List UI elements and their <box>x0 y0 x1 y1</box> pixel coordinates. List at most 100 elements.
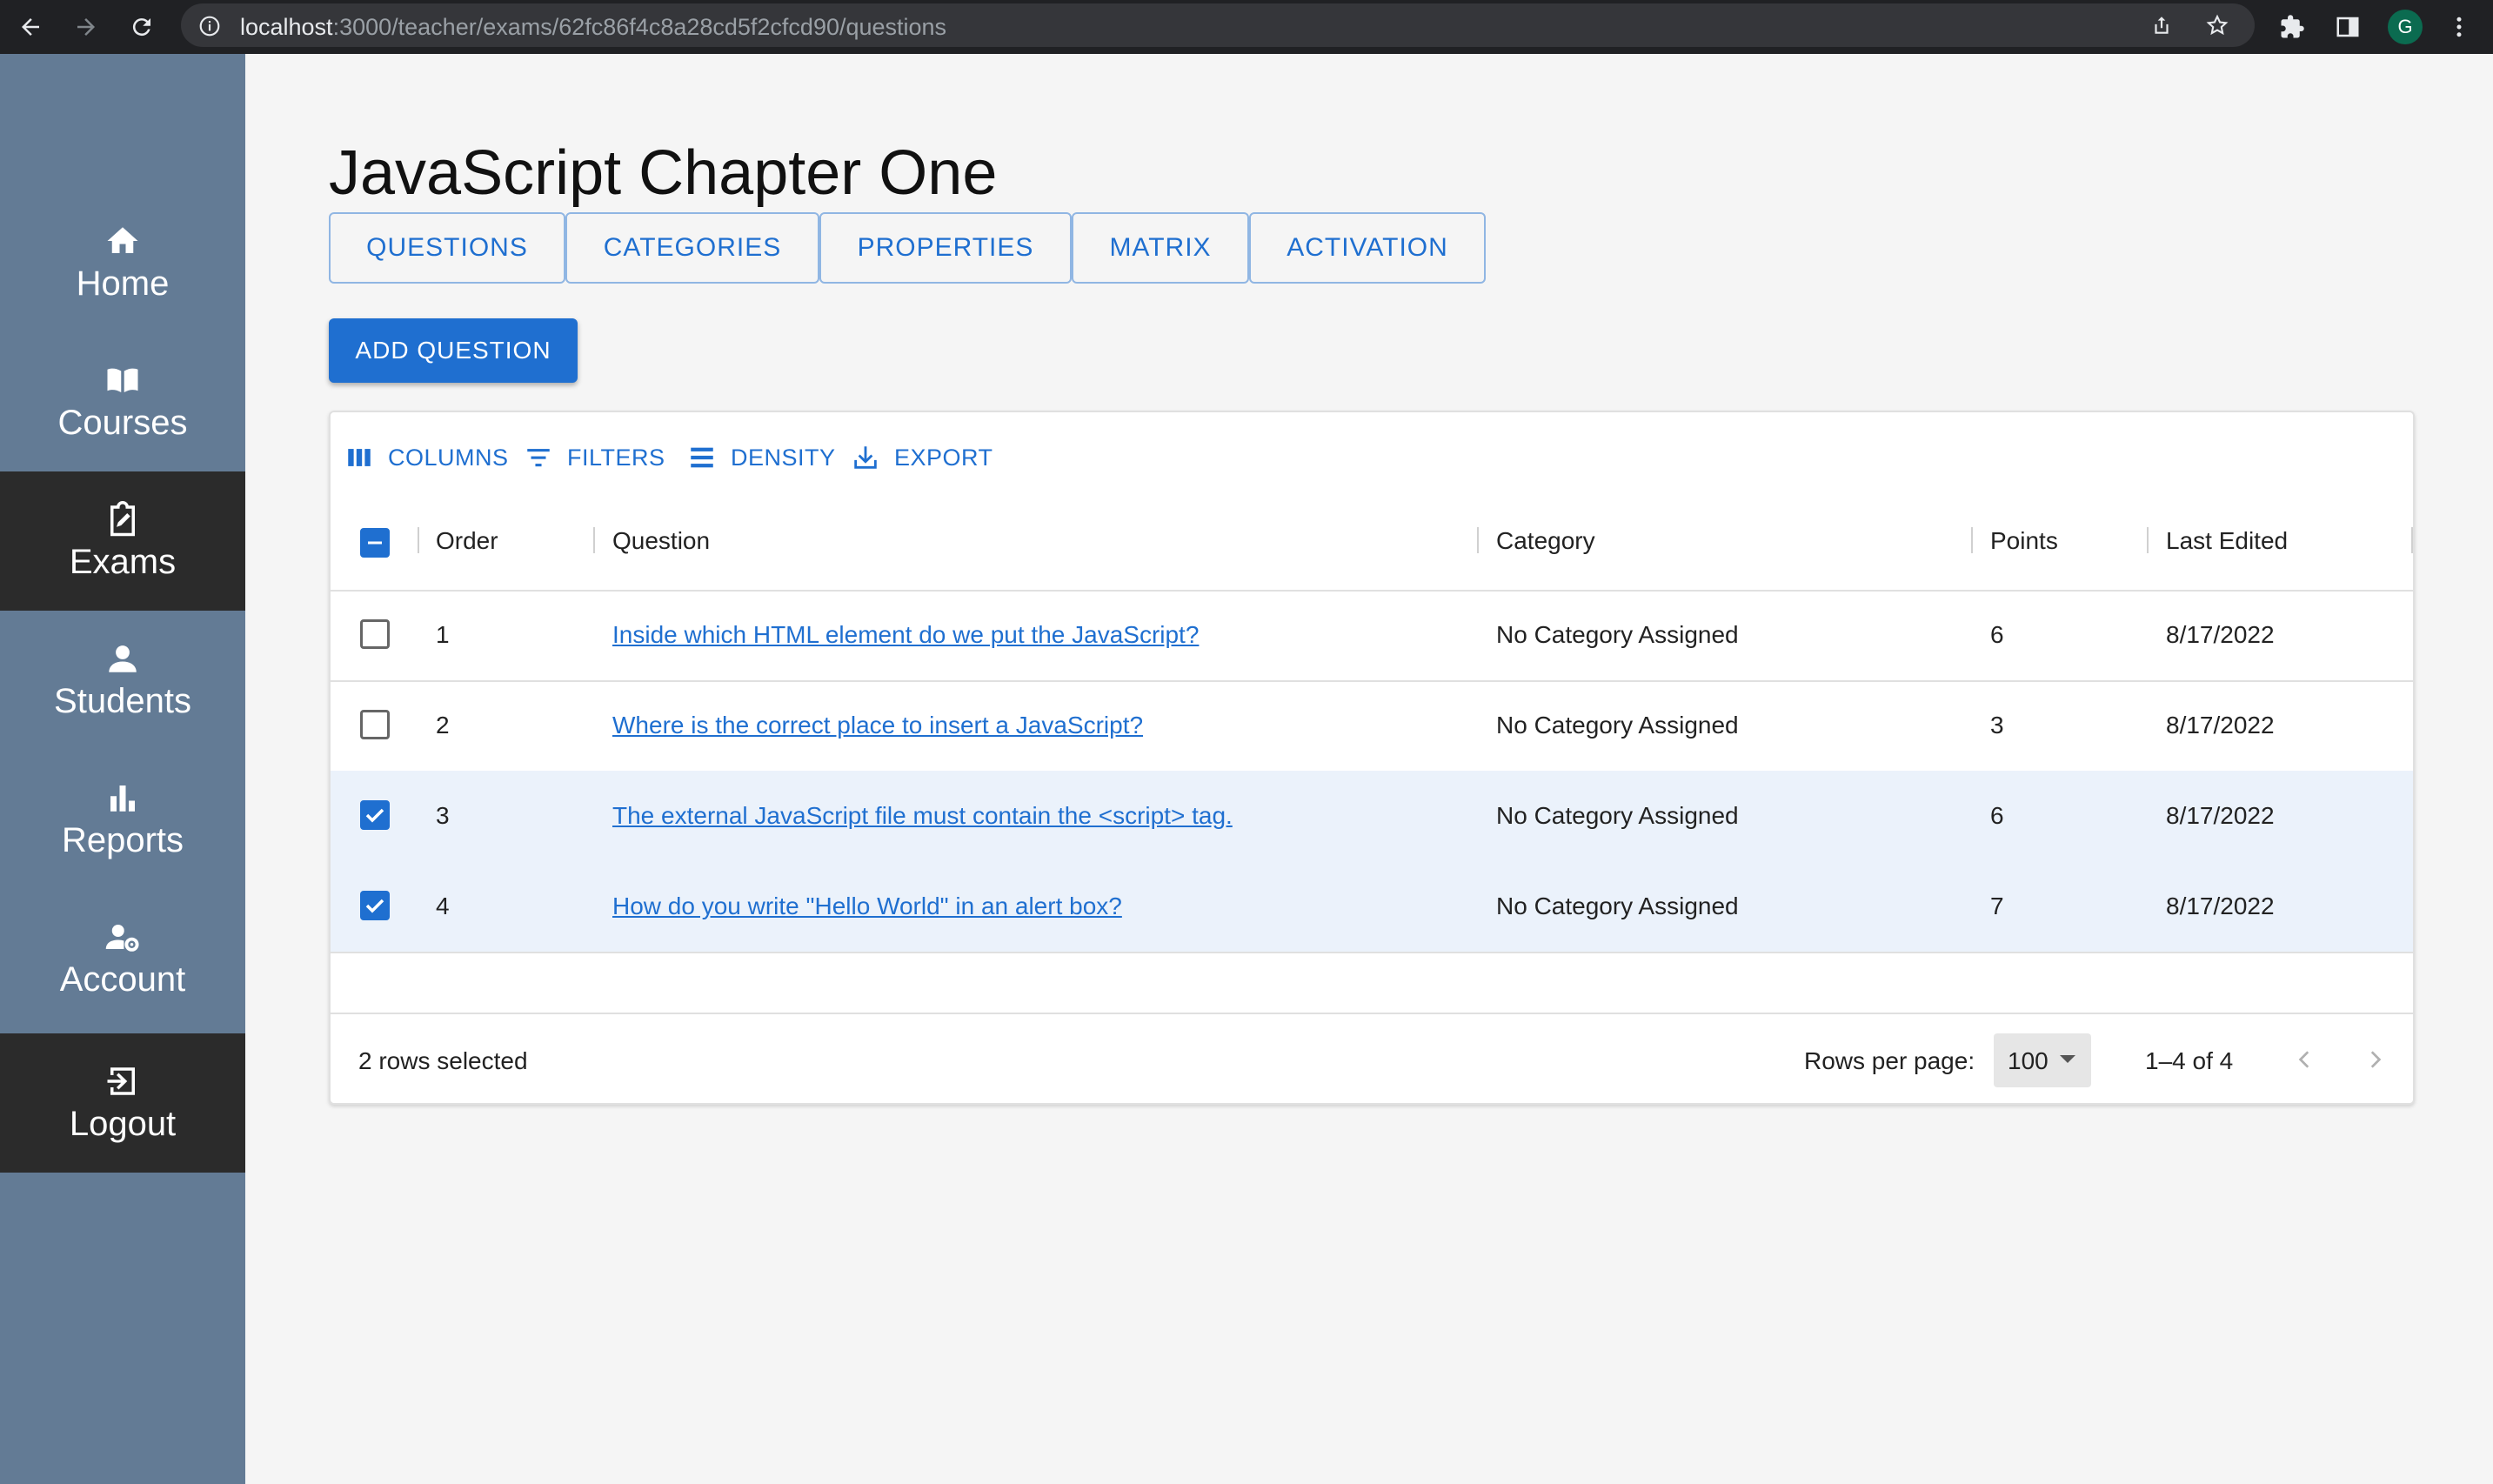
last-edited-cell: 8/17/2022 <box>2166 621 2275 648</box>
download-icon <box>854 446 877 469</box>
order-cell: 1 <box>436 621 450 648</box>
extensions-puzzle-icon[interactable] <box>2274 9 2310 45</box>
checkmark-icon <box>365 808 384 823</box>
column-header-category[interactable]: Category <box>1496 527 1595 555</box>
row-checkbox[interactable] <box>360 891 390 920</box>
question-link[interactable]: How do you write "Hello World" in an ale… <box>612 892 1122 920</box>
rows-per-page-value: 100 <box>2008 1047 2049 1074</box>
row-checkbox[interactable] <box>360 800 390 830</box>
profile-avatar[interactable]: G <box>2388 10 2423 44</box>
share-icon[interactable] <box>2148 11 2176 39</box>
column-separator[interactable] <box>418 527 419 553</box>
tab-categories[interactable]: CATEGORIES <box>565 212 819 284</box>
column-header-question[interactable]: Question <box>612 527 710 555</box>
category-cell: No Category Assigned <box>1496 621 1739 648</box>
column-header-order[interactable]: Order <box>436 527 498 555</box>
back-arrow-icon[interactable] <box>12 9 49 45</box>
bookmark-star-icon[interactable] <box>2203 11 2231 39</box>
sidebar-item-exams[interactable]: Exams <box>0 471 245 611</box>
sidebar-item-logout[interactable]: Logout <box>0 1033 245 1173</box>
density-label: DENSITY <box>731 444 836 471</box>
sidebar: Home Courses Exams Students Reports Acco… <box>0 54 245 1484</box>
column-separator[interactable] <box>593 527 595 553</box>
table-row[interactable]: 3 The external JavaScript file must cont… <box>331 771 2413 863</box>
grid-footer: 2 rows selected Rows per page: 100 1–4 o… <box>331 1013 2413 1105</box>
checkmark-icon <box>365 899 384 913</box>
order-cell: 4 <box>436 892 450 919</box>
clipboard-edit-icon <box>110 500 135 536</box>
selected-rows-count: 2 rows selected <box>358 1047 528 1074</box>
rows-per-page-select[interactable]: 100 <box>1994 1033 2091 1087</box>
table-row[interactable]: 1 Inside which HTML element do we put th… <box>331 590 2413 682</box>
column-separator[interactable] <box>2147 527 2149 553</box>
tab-questions[interactable]: QUESTIONS <box>329 212 565 284</box>
points-cell: 3 <box>1990 712 2004 739</box>
points-cell: 7 <box>1990 892 2004 919</box>
order-cell: 2 <box>436 712 450 739</box>
question-link[interactable]: Where is the correct place to insert a J… <box>612 712 1143 739</box>
browser-toolbar: localhost:3000/teacher/exams/62fc86f4c8a… <box>0 0 2493 54</box>
question-link[interactable]: Inside which HTML element do we put the … <box>612 621 1199 649</box>
sidebar-item-label: Exams <box>69 542 177 581</box>
tab-activation[interactable]: ACTIVATION <box>1249 212 1486 284</box>
forward-arrow-icon[interactable] <box>68 9 104 45</box>
table-row[interactable]: 4 How do you write "Hello World" in an a… <box>331 861 2413 953</box>
home-icon <box>107 226 138 253</box>
filters-label: FILTERS <box>567 444 665 471</box>
side-panel-icon[interactable] <box>2329 9 2366 45</box>
questions-data-grid: COLUMNS FILTERS DENSITY EXPORT Order Que… <box>329 411 2415 1105</box>
filters-button[interactable]: FILTERS <box>524 430 665 485</box>
column-separator[interactable] <box>1477 527 1479 553</box>
columns-label: COLUMNS <box>388 444 509 471</box>
more-menu-icon[interactable] <box>2441 9 2477 45</box>
reload-icon[interactable] <box>124 9 160 45</box>
sidebar-item-label: Account <box>59 959 186 999</box>
column-header-points[interactable]: Points <box>1990 527 2058 555</box>
sidebar-item-reports[interactable]: Reports <box>0 750 245 889</box>
sidebar-item-label: Logout <box>69 1104 177 1143</box>
export-label: EXPORT <box>894 444 993 471</box>
last-edited-cell: 8/17/2022 <box>2166 892 2275 919</box>
category-cell: No Category Assigned <box>1496 892 1739 919</box>
columns-button[interactable]: COLUMNS <box>344 430 509 485</box>
question-link[interactable]: The external JavaScript file must contai… <box>612 802 1233 830</box>
person-icon <box>109 645 137 672</box>
address-bar[interactable]: localhost:3000/teacher/exams/62fc86f4c8a… <box>181 3 2255 47</box>
sidebar-item-label: Home <box>76 264 170 303</box>
previous-page-icon[interactable] <box>2288 1042 2323 1077</box>
select-all-checkbox[interactable] <box>360 528 390 558</box>
sidebar-item-home[interactable]: Home <box>0 193 245 332</box>
category-cell: No Category Assigned <box>1496 802 1739 829</box>
category-cell: No Category Assigned <box>1496 712 1739 739</box>
rows-per-page-label: Rows per page: <box>1804 1047 1975 1074</box>
columns-icon <box>348 449 371 466</box>
table-row[interactable]: 2 Where is the correct place to insert a… <box>331 680 2413 772</box>
filter-icon <box>527 449 550 467</box>
tab-properties[interactable]: PROPERTIES <box>819 212 1072 284</box>
sidebar-item-students[interactable]: Students <box>0 611 245 750</box>
site-info-icon[interactable] <box>198 15 221 42</box>
order-cell: 3 <box>436 802 450 829</box>
bar-chart-icon <box>110 785 135 812</box>
row-checkbox[interactable] <box>360 619 390 649</box>
sidebar-item-label: Courses <box>57 403 188 442</box>
sidebar-item-label: Students <box>54 681 191 720</box>
column-separator[interactable] <box>2411 527 2413 553</box>
density-icon <box>691 447 713 468</box>
last-edited-cell: 8/17/2022 <box>2166 712 2275 739</box>
page-title: JavaScript Chapter One <box>329 138 998 208</box>
user-gear-icon <box>105 924 139 952</box>
url-text: localhost:3000/teacher/exams/62fc86f4c8a… <box>240 14 947 40</box>
add-question-button[interactable]: ADD QUESTION <box>329 318 578 383</box>
column-header-last-edited[interactable]: Last Edited <box>2166 527 2288 555</box>
sidebar-item-courses[interactable]: Courses <box>0 332 245 471</box>
indeterminate-icon <box>368 541 382 545</box>
next-page-icon[interactable] <box>2357 1042 2392 1077</box>
export-button[interactable]: EXPORT <box>851 430 993 485</box>
density-button[interactable]: DENSITY <box>687 430 836 485</box>
row-checkbox[interactable] <box>360 710 390 739</box>
sidebar-item-account[interactable]: Account <box>0 889 245 1028</box>
logout-icon <box>107 1066 135 1095</box>
tab-matrix[interactable]: MATRIX <box>1072 212 1249 284</box>
column-separator[interactable] <box>1971 527 1973 553</box>
